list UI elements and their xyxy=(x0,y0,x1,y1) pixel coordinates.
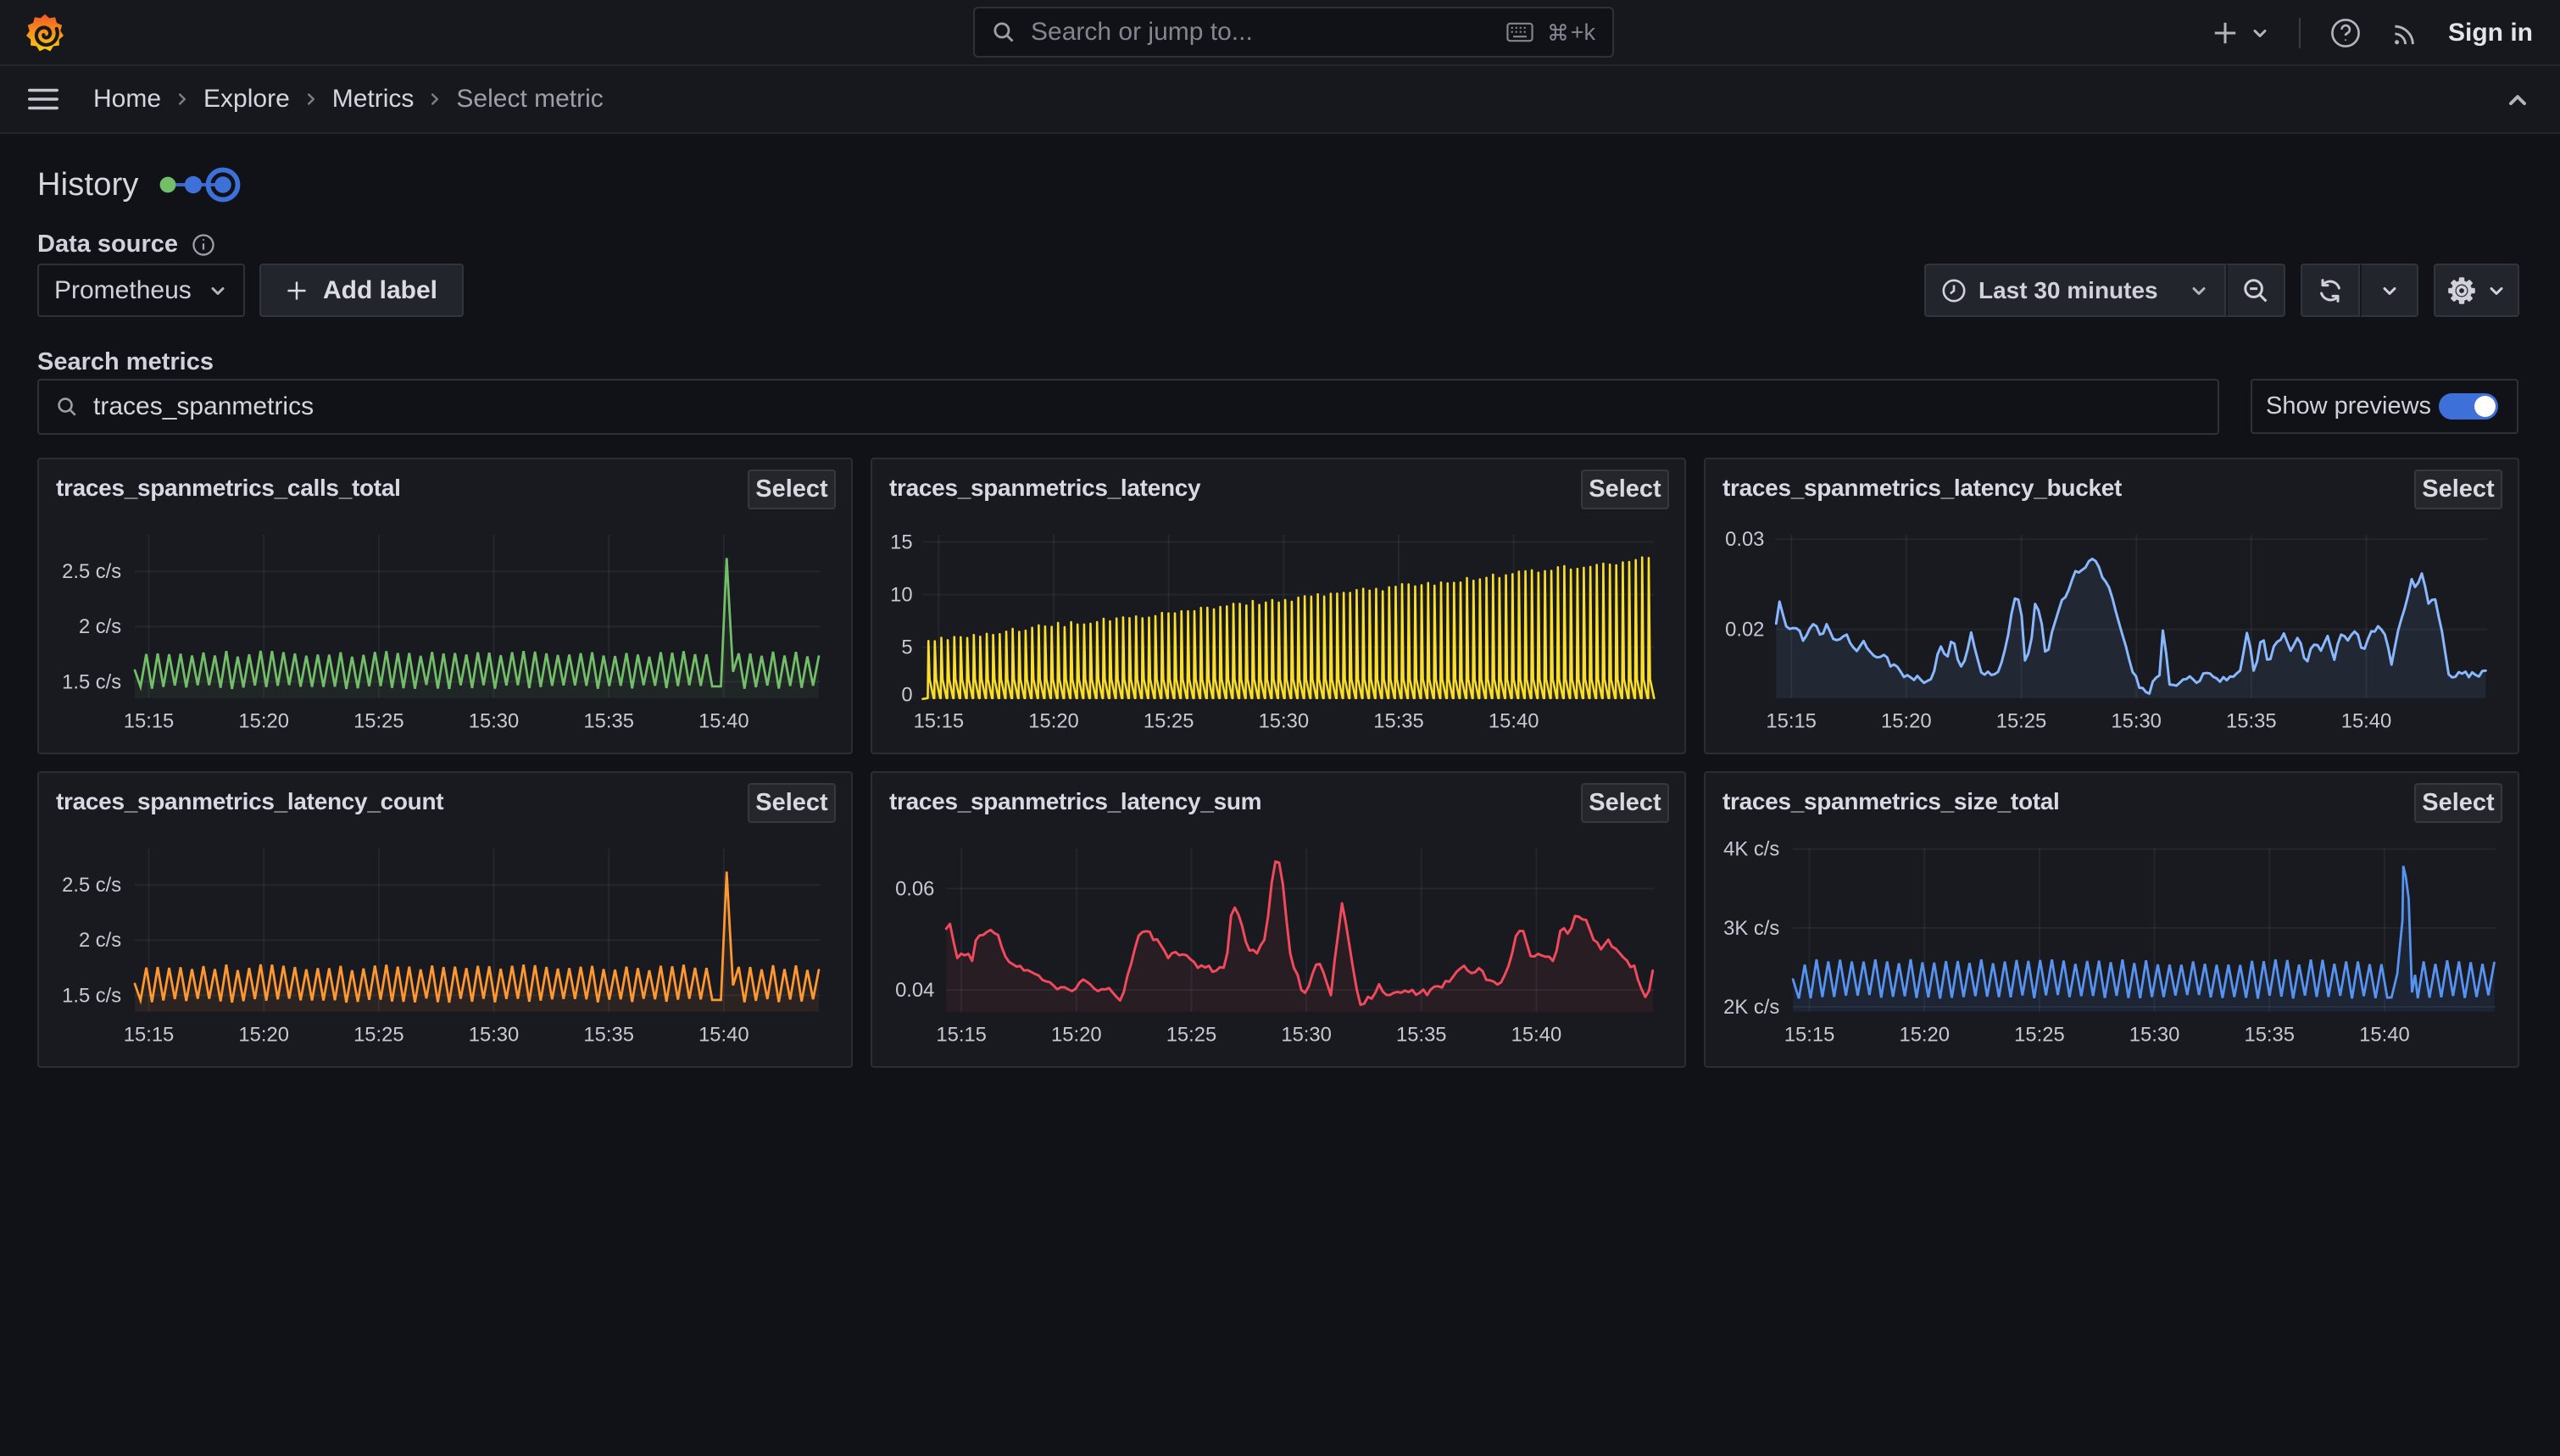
svg-text:15:40: 15:40 xyxy=(1489,709,1539,732)
svg-text:15:40: 15:40 xyxy=(698,709,749,732)
svg-text:1.5 c/s: 1.5 c/s xyxy=(62,984,121,1007)
svg-text:15:40: 15:40 xyxy=(2341,709,2392,732)
svg-text:2 c/s: 2 c/s xyxy=(79,615,121,638)
svg-text:15:30: 15:30 xyxy=(1281,1023,1332,1046)
svg-text:15:40: 15:40 xyxy=(698,1023,749,1046)
svg-text:15:15: 15:15 xyxy=(1784,1023,1835,1046)
svg-text:10: 10 xyxy=(890,583,912,606)
svg-text:2.5 c/s: 2.5 c/s xyxy=(62,874,121,897)
svg-text:0: 0 xyxy=(901,684,912,707)
svg-text:15:35: 15:35 xyxy=(583,709,634,732)
svg-text:2.5 c/s: 2.5 c/s xyxy=(62,560,121,583)
svg-text:15:25: 15:25 xyxy=(1996,709,2047,732)
svg-text:15:35: 15:35 xyxy=(1396,1023,1447,1046)
svg-text:15:40: 15:40 xyxy=(2359,1023,2410,1046)
svg-text:15:25: 15:25 xyxy=(1144,709,1194,732)
svg-text:15:20: 15:20 xyxy=(238,1023,289,1046)
svg-text:15:25: 15:25 xyxy=(353,1023,404,1046)
svg-text:15:15: 15:15 xyxy=(914,709,965,732)
svg-text:15:40: 15:40 xyxy=(1511,1023,1562,1046)
svg-text:15:20: 15:20 xyxy=(1881,709,1932,732)
svg-text:0.04: 0.04 xyxy=(895,979,934,1002)
svg-text:1.5 c/s: 1.5 c/s xyxy=(62,670,121,693)
svg-text:15:20: 15:20 xyxy=(238,709,289,732)
svg-text:15:25: 15:25 xyxy=(2014,1023,2065,1046)
svg-text:15:25: 15:25 xyxy=(1166,1023,1217,1046)
svg-text:15:15: 15:15 xyxy=(124,1023,175,1046)
svg-text:15:35: 15:35 xyxy=(1373,709,1424,732)
svg-text:15:15: 15:15 xyxy=(1766,709,1817,732)
svg-text:15:30: 15:30 xyxy=(1259,709,1310,732)
svg-text:15:15: 15:15 xyxy=(936,1023,987,1046)
svg-text:15:15: 15:15 xyxy=(124,709,175,732)
svg-text:15:30: 15:30 xyxy=(469,1023,520,1046)
svg-text:15:35: 15:35 xyxy=(2244,1023,2295,1046)
svg-text:2K c/s: 2K c/s xyxy=(1723,996,1779,1019)
svg-text:5: 5 xyxy=(901,636,912,659)
svg-text:15:35: 15:35 xyxy=(2226,709,2277,732)
svg-text:15:20: 15:20 xyxy=(1899,1023,1950,1046)
svg-text:15:30: 15:30 xyxy=(2129,1023,2180,1046)
svg-text:15:30: 15:30 xyxy=(469,709,520,732)
svg-text:0.03: 0.03 xyxy=(1725,528,1764,551)
svg-text:15:35: 15:35 xyxy=(583,1023,634,1046)
svg-text:0.06: 0.06 xyxy=(895,877,934,900)
svg-text:15: 15 xyxy=(890,531,912,553)
svg-text:3K c/s: 3K c/s xyxy=(1723,917,1779,940)
svg-text:4K c/s: 4K c/s xyxy=(1723,838,1779,861)
svg-text:15:25: 15:25 xyxy=(353,709,404,732)
svg-text:2 c/s: 2 c/s xyxy=(79,929,121,952)
svg-text:15:30: 15:30 xyxy=(2111,709,2162,732)
svg-text:0.02: 0.02 xyxy=(1725,619,1764,642)
svg-text:15:20: 15:20 xyxy=(1028,709,1079,732)
svg-text:15:20: 15:20 xyxy=(1051,1023,1102,1046)
